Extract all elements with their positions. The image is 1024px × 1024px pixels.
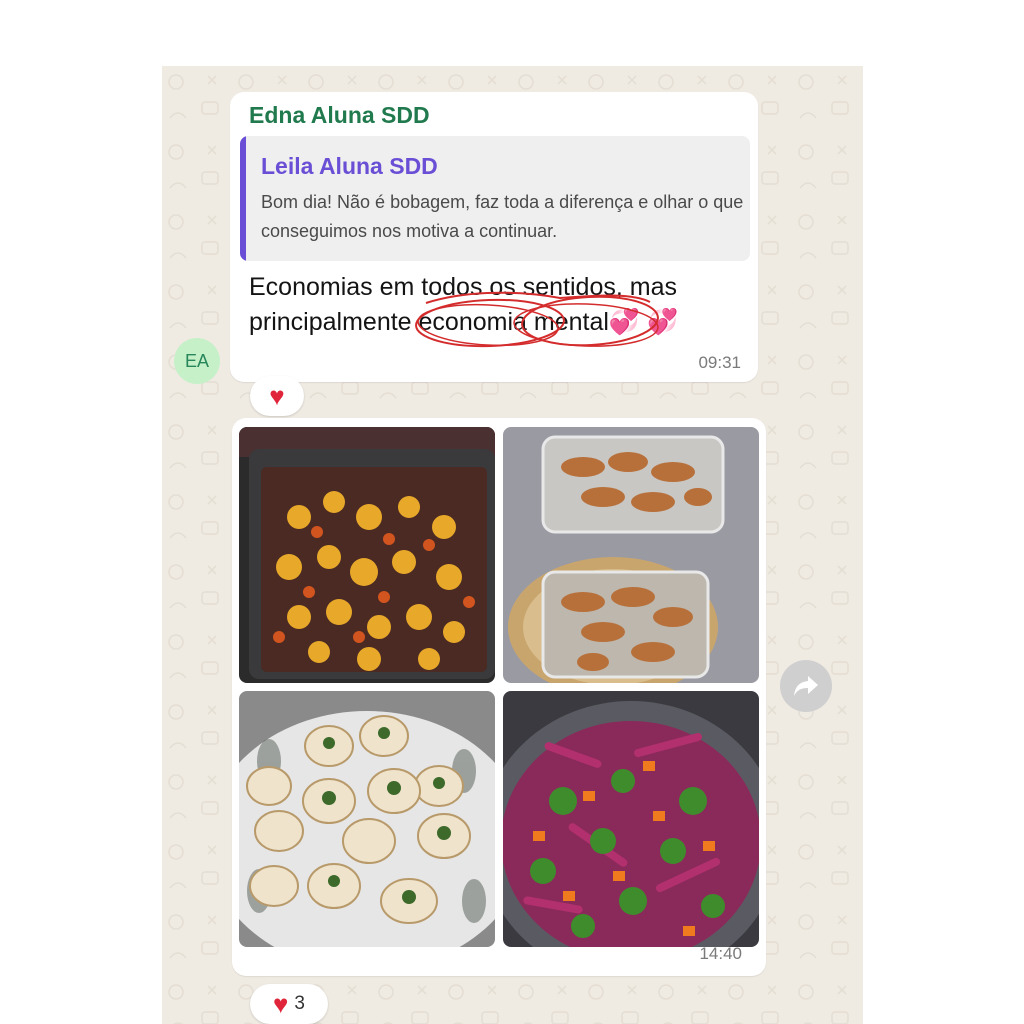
forward-arrow-icon xyxy=(794,676,818,696)
quoted-message[interactable]: Leila Aluna SDD Bom dia! Não é bobagem, … xyxy=(240,136,750,261)
photo-message-time: 14:40 xyxy=(699,944,742,963)
photo-stir-fried-vegetables[interactable] xyxy=(503,691,759,947)
sender-avatar[interactable]: EA xyxy=(174,338,220,384)
quoted-author: Leila Aluna SDD xyxy=(261,153,438,179)
red-heart-icon: ♥ xyxy=(272,989,289,1019)
photo-roasted-chicken[interactable] xyxy=(239,427,495,683)
message-text: Economias em todos os sentidos, mas prin… xyxy=(249,270,749,340)
message-bubble[interactable]: Edna Aluna SDD Leila Aluna SDD Bom dia! … xyxy=(230,92,758,382)
chat-background: EA Edna Aluna SDD Leila Aluna SDD Bom di… xyxy=(162,66,863,1024)
photo-grilled-chicken-containers[interactable] xyxy=(503,427,759,683)
message-line-1: Economias em todos os sentidos, mas xyxy=(249,273,677,301)
sender-name[interactable]: Edna Aluna SDD xyxy=(249,102,430,129)
quoted-text: Bom dia! Não é bobagem, faz toda a difer… xyxy=(261,192,744,241)
reaction-count: 3 xyxy=(294,993,305,1014)
quote-accent-bar xyxy=(240,136,246,261)
photo-message-bubble[interactable]: 14:40 xyxy=(232,418,766,976)
forward-button[interactable] xyxy=(780,660,832,712)
red-heart-icon: ♥ xyxy=(269,381,285,411)
message-time: 09:31 xyxy=(698,353,741,372)
reaction-badge[interactable]: ♥ xyxy=(250,376,304,416)
photo-reaction-badge[interactable]: ♥ 3 xyxy=(250,984,328,1024)
heart-emoji: 💞 💞 xyxy=(608,308,679,336)
photo-chicken-rolls[interactable] xyxy=(239,691,495,947)
message-line-2: principalmente economia mental xyxy=(249,308,609,336)
